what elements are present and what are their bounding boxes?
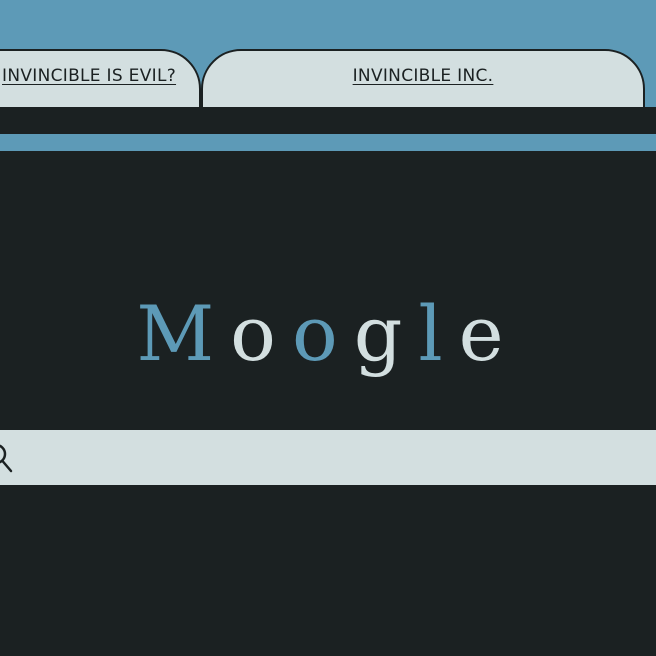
logo-letter: o: [291, 289, 354, 378]
browser-window: INVINCIBLE IS EVIL? INVINCIBLE INC. Moog…: [0, 0, 656, 656]
tab-label[interactable]: INVINCIBLE IS EVIL?: [2, 66, 176, 86]
logo-letter: M: [136, 289, 231, 378]
tab-label[interactable]: INVINCIBLE INC.: [203, 66, 643, 86]
search-input[interactable]: [24, 430, 648, 487]
logo-letter: e: [458, 289, 520, 378]
tab-invincible-is-evil[interactable]: INVINCIBLE IS EVIL?: [0, 49, 201, 107]
logo-letter: o: [230, 289, 292, 378]
moogle-logo: Moogle: [0, 296, 656, 372]
logo-letter: l: [418, 289, 459, 378]
tab-invincible-inc[interactable]: INVINCIBLE INC.: [201, 49, 645, 107]
tab-strip: INVINCIBLE IS EVIL? INVINCIBLE INC.: [0, 0, 656, 107]
browser-toolbar: [0, 107, 656, 134]
accent-divider: [0, 134, 656, 151]
search-icon[interactable]: [0, 442, 14, 474]
logo-letter: g: [353, 289, 419, 378]
